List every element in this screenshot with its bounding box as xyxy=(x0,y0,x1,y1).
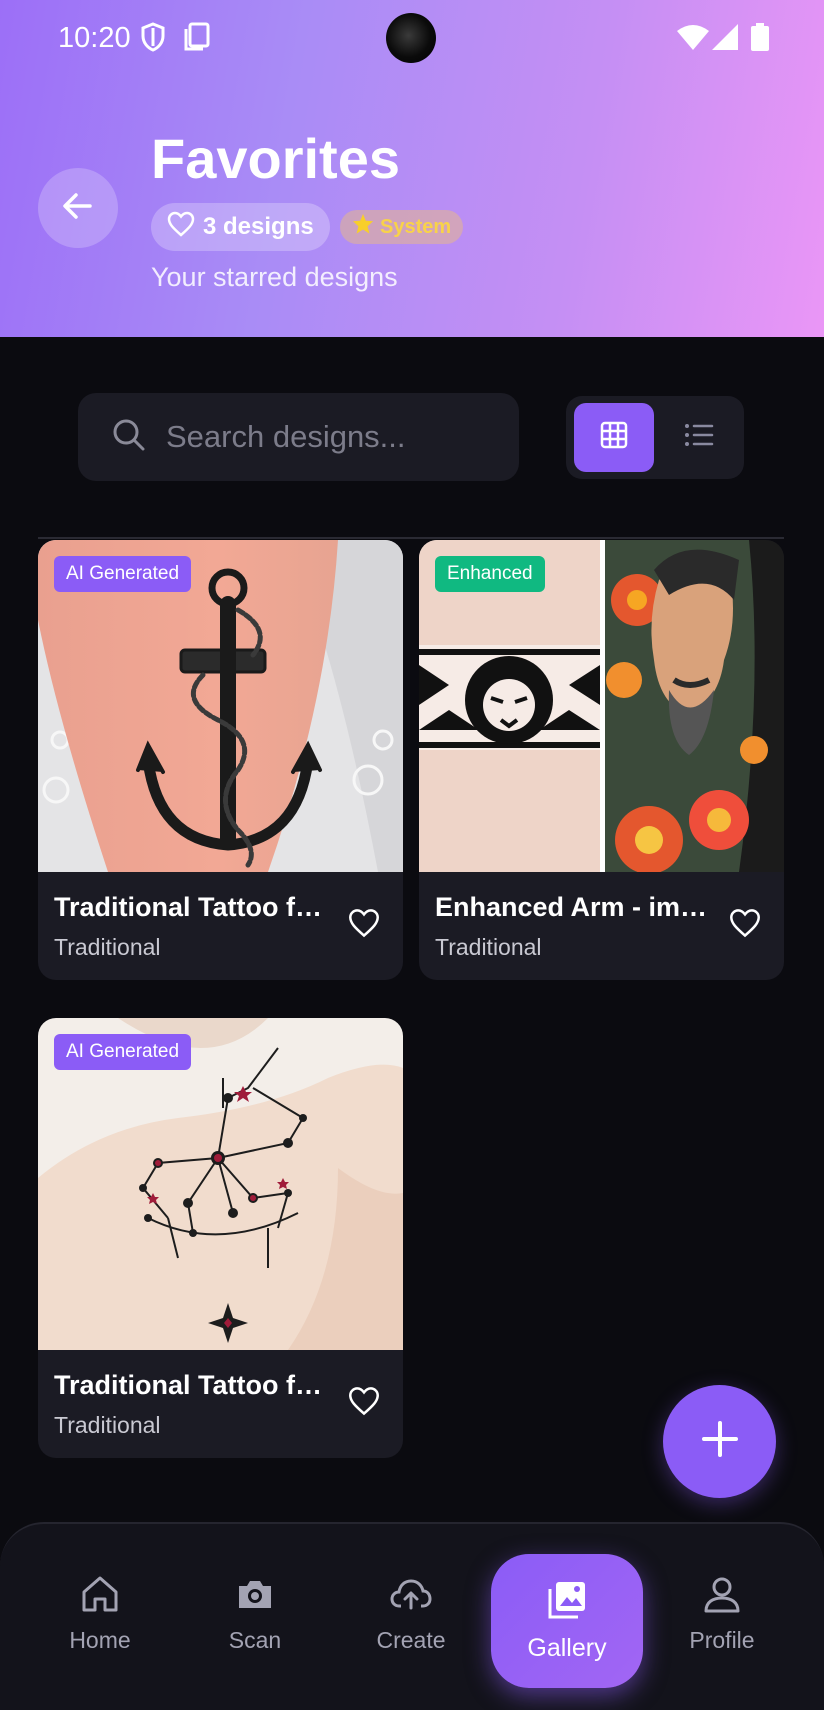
list-view-button[interactable] xyxy=(662,403,736,472)
ai-generated-badge: AI Generated xyxy=(54,556,192,592)
favorite-heart-icon[interactable] xyxy=(348,908,380,943)
system-badge: System xyxy=(340,210,464,244)
page-subtitle: Your starred designs xyxy=(151,262,398,292)
nav-scan-label: Scan xyxy=(228,1627,282,1653)
design-count-badge: 3 designs xyxy=(151,203,330,251)
cloud-upload-icon xyxy=(390,1574,432,1619)
add-design-button[interactable] xyxy=(663,1385,776,1498)
star-icon xyxy=(352,213,374,241)
search-input[interactable] xyxy=(166,419,486,455)
user-icon xyxy=(702,1574,742,1619)
nav-home-label: Home xyxy=(69,1627,131,1653)
design-category: Traditional xyxy=(54,934,161,960)
camera-icon xyxy=(235,1574,275,1619)
enhanced-badge: Enhanced xyxy=(435,556,545,592)
nav-home[interactable]: Home xyxy=(35,1574,165,1654)
plus-icon xyxy=(700,1419,740,1464)
design-category: Traditional xyxy=(435,934,542,960)
grid-view-button[interactable] xyxy=(574,403,654,472)
page-title: Favorites xyxy=(151,127,400,190)
nav-profile-label: Profile xyxy=(689,1627,755,1653)
nav-gallery[interactable]: Gallery xyxy=(491,1554,643,1688)
design-title: Traditional Tattoo for... xyxy=(54,892,334,922)
shield-icon xyxy=(140,22,166,57)
nav-profile[interactable]: Profile xyxy=(657,1574,787,1654)
list-icon xyxy=(684,422,714,453)
grid-icon xyxy=(599,420,629,455)
design-category: Traditional xyxy=(54,1412,161,1438)
arrow-left-icon xyxy=(60,188,96,229)
divider xyxy=(38,537,784,539)
design-image-anchor[interactable]: AI Generated xyxy=(38,540,403,872)
design-image-constellation[interactable]: AI Generated xyxy=(38,1018,403,1350)
gallery-icon xyxy=(546,1579,588,1626)
status-bar: 10:20 xyxy=(0,0,824,76)
favorite-heart-icon[interactable] xyxy=(348,1386,380,1421)
search-bar[interactable] xyxy=(78,393,519,481)
ai-generated-badge: AI Generated xyxy=(54,1034,192,1070)
view-toggle xyxy=(566,396,744,479)
status-time: 10:20 xyxy=(58,22,131,54)
search-icon xyxy=(112,418,146,457)
nav-create-label: Create xyxy=(376,1627,446,1653)
back-button[interactable] xyxy=(38,168,118,248)
design-card[interactable]: Enhanced Enhanced Arm - impr... Traditio… xyxy=(419,540,784,980)
battery-icon xyxy=(750,23,770,56)
design-title: Enhanced Arm - impr... xyxy=(435,892,715,922)
system-label: System xyxy=(380,215,452,238)
home-icon xyxy=(80,1574,120,1619)
bottom-navigation: Home Scan Create Gallery Profile xyxy=(0,1522,824,1710)
wifi-icon xyxy=(677,24,709,55)
heart-icon xyxy=(167,211,195,244)
favorite-heart-icon[interactable] xyxy=(729,908,761,943)
design-title: Traditional Tattoo for... xyxy=(54,1370,334,1400)
nav-gallery-label: Gallery xyxy=(527,1634,607,1662)
nav-create[interactable]: Create xyxy=(346,1574,476,1654)
signal-icon xyxy=(712,24,738,55)
design-image-enhanced-arm[interactable]: Enhanced xyxy=(419,540,784,872)
design-card[interactable]: AI Generated Traditional Tattoo for... T… xyxy=(38,540,403,980)
page-header: 10:20 Favorites 3 designs System Your st… xyxy=(0,0,824,337)
camera-cutout xyxy=(386,13,436,63)
screenshot-icon xyxy=(183,22,211,57)
nav-scan[interactable]: Scan xyxy=(190,1574,320,1654)
design-card[interactable]: AI Generated Traditional Tattoo for... T… xyxy=(38,1018,403,1458)
design-count-label: 3 designs xyxy=(203,213,314,240)
